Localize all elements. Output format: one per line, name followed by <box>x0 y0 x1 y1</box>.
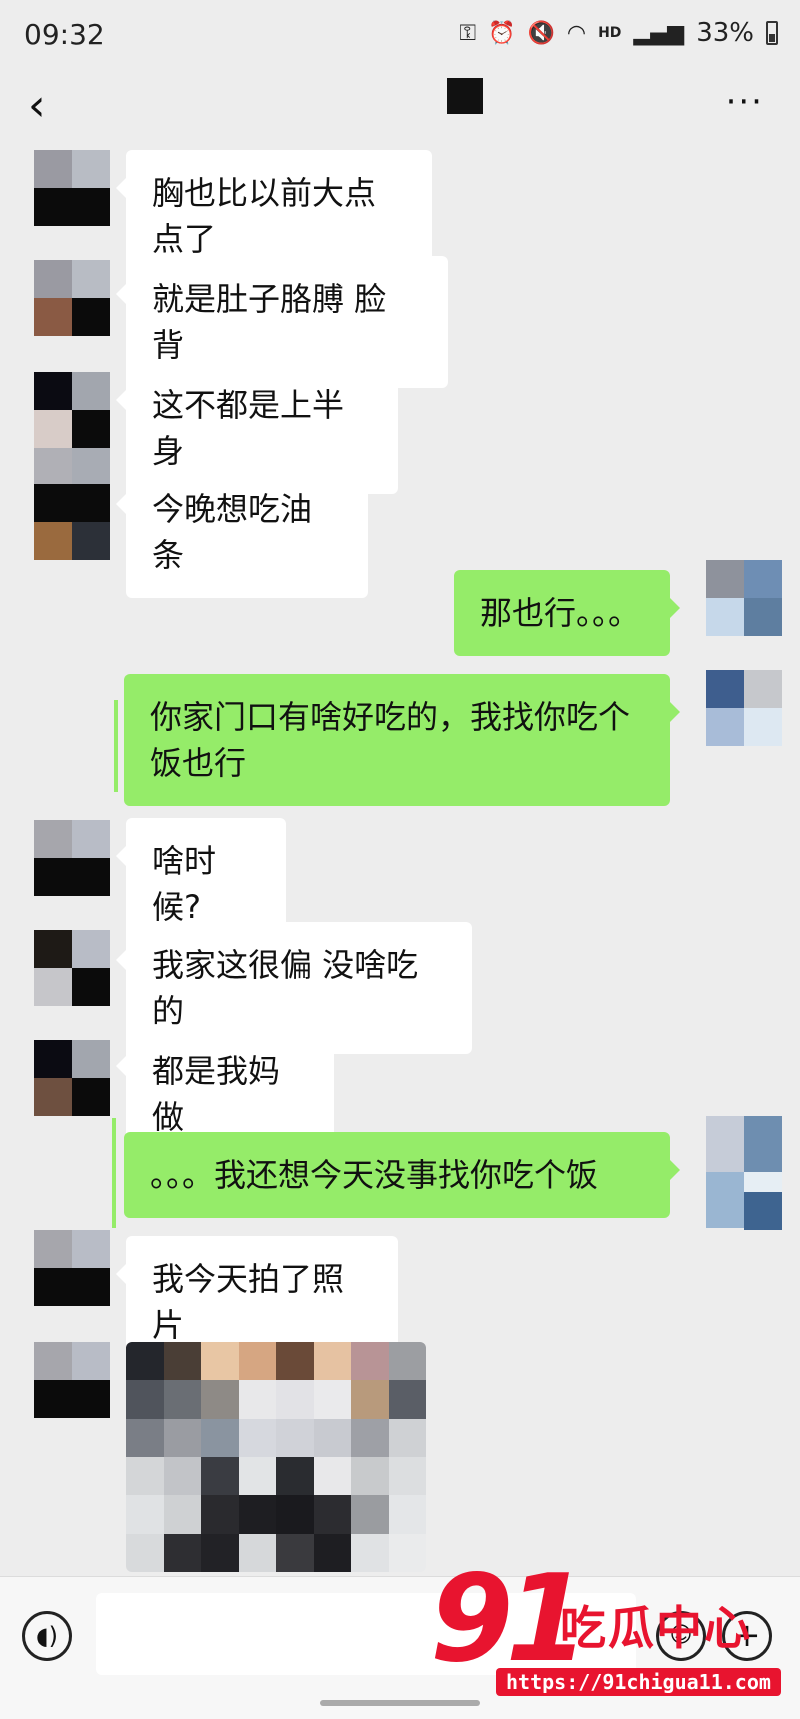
mute-icon: 🔇 <box>527 20 555 46</box>
avatar[interactable] <box>34 260 110 336</box>
incoming-message[interactable]: 今晚想吃油条 <box>116 466 368 598</box>
status-icons: ⚿ ⏰ 🔇 ◠ HD ▂▄▆ 33% <box>459 18 778 48</box>
wifi-icon: ◠ <box>566 20 587 46</box>
chat-header: ‹ ··· <box>0 70 800 150</box>
avatar[interactable] <box>34 372 110 448</box>
image-message[interactable] <box>126 1342 426 1572</box>
avatar[interactable] <box>34 820 110 896</box>
outgoing-message[interactable]: 那也行。。。 <box>454 570 680 656</box>
quote-bar <box>114 700 118 792</box>
avatar[interactable] <box>34 150 110 226</box>
key-icon: ⚿ <box>459 20 477 46</box>
battery-icon <box>766 21 778 45</box>
more-options-button[interactable]: ··· <box>726 82 764 122</box>
avatar[interactable] <box>34 1230 110 1306</box>
watermark-url: https://91chigua11.com <box>496 1668 781 1696</box>
back-button[interactable]: ‹ <box>28 84 46 128</box>
alarm-icon: ⏰ <box>488 20 516 46</box>
voice-icon[interactable]: ◖) <box>22 1611 72 1661</box>
outgoing-message[interactable]: 。。。我还想今天没事找你吃个饭 <box>124 1132 680 1218</box>
avatar[interactable] <box>706 670 782 746</box>
avatar[interactable] <box>706 560 782 636</box>
signal-icon: ▂▄▆ <box>633 20 685 46</box>
chat-title-redacted <box>447 78 483 114</box>
battery-level: 33% <box>696 18 754 48</box>
network-label: HD <box>598 25 622 41</box>
home-indicator <box>320 1700 480 1706</box>
watermark-text: 吃瓜中心 <box>560 1601 752 1655</box>
avatar[interactable] <box>744 1192 782 1230</box>
status-bar: 09:32 ⚿ ⏰ 🔇 ◠ HD ▂▄▆ 33% <box>0 0 800 70</box>
avatar[interactable] <box>34 930 110 1006</box>
avatar[interactable] <box>34 1342 110 1418</box>
outgoing-message[interactable]: 你家门口有啥好吃的，我找你吃个饭也行 <box>124 674 680 806</box>
avatar[interactable] <box>34 484 110 560</box>
watermark-number: 91 <box>430 1550 589 1689</box>
quote-bar <box>112 1118 116 1228</box>
avatar[interactable] <box>34 1040 110 1116</box>
status-time: 09:32 <box>24 18 105 51</box>
